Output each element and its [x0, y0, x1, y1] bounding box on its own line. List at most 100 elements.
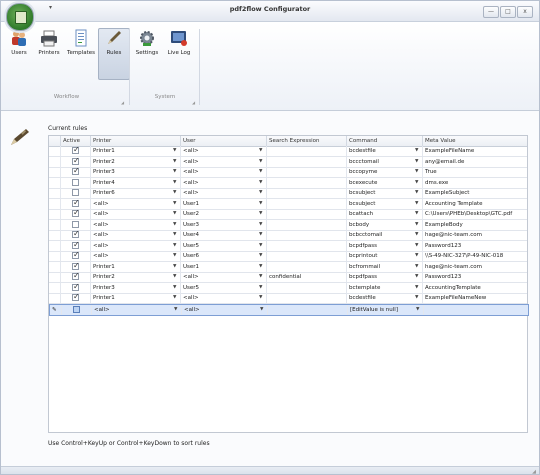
table-row[interactable]: ✓ <all> ▼ User4 ▼ bcbcctomail ▼ hage@nic-team.c…	[49, 230, 527, 241]
search-expression-cell[interactable]	[267, 240, 347, 251]
table-row[interactable]: ✓ <all> ▼ User1 ▼ bcsubject ▼ Accounting Templa…	[49, 198, 527, 210]
meta-value-cell[interactable]: Accounting Template	[423, 199, 527, 209]
ribbon-templates-button[interactable]: Templates	[66, 29, 96, 81]
printer-cell[interactable]: <all>	[91, 240, 181, 251]
search-expression-cell[interactable]	[267, 230, 347, 240]
active-checkbox[interactable]: ✓	[72, 199, 80, 207]
meta-value-cell[interactable]: ExampleBody	[423, 220, 527, 230]
user-cell[interactable]: <all>	[181, 177, 267, 188]
column-header-search[interactable]: Search Expression	[267, 136, 347, 146]
user-cell[interactable]: <all>	[181, 272, 267, 282]
dropdown-arrow-icon[interactable]: ▼	[259, 293, 262, 303]
meta-value-cell[interactable]	[424, 305, 528, 315]
meta-value-cell[interactable]: True	[423, 167, 527, 177]
command-cell[interactable]: bcpdfpass	[347, 272, 423, 282]
new-rule-row[interactable]: ✎ <all> ▼ <all> ▼ [EditValue is null] ▼	[49, 303, 529, 316]
column-header-printer[interactable]: Printer	[91, 136, 181, 146]
search-expression-cell[interactable]	[267, 251, 347, 261]
active-checkbox[interactable]: ✓	[72, 209, 80, 217]
search-expression-cell[interactable]	[267, 293, 347, 303]
search-expression-cell[interactable]	[267, 261, 347, 272]
active-checkbox[interactable]	[72, 189, 79, 196]
printer-cell[interactable]: <all>	[91, 209, 181, 219]
ribbon-rules-button[interactable]: Rules	[98, 28, 130, 80]
table-row[interactable]: ✓ Printer1 ▼ <all> ▼ bcdestfile ▼ ExampleFileNa…	[49, 146, 527, 157]
command-cell[interactable]: bcdestfile	[347, 146, 423, 156]
meta-value-cell[interactable]: AccountingTemplate	[423, 283, 527, 293]
dropdown-arrow-icon[interactable]: ▼	[259, 209, 262, 219]
user-cell[interactable]: User1	[181, 261, 267, 272]
search-expression-cell[interactable]	[268, 304, 348, 315]
meta-value-cell[interactable]: \\S-49-NIC-327\P-49-NIC-018	[423, 251, 527, 261]
column-header-active[interactable]: Active	[61, 136, 91, 146]
ribbon-live-log-button[interactable]: Live Log	[164, 29, 194, 81]
user-cell[interactable]: <all>	[181, 156, 267, 167]
search-expression-cell[interactable]: confidential	[267, 272, 347, 282]
dropdown-arrow-icon[interactable]: ▼	[415, 199, 418, 209]
dropdown-arrow-icon[interactable]: ▼	[173, 220, 176, 230]
dropdown-arrow-icon[interactable]: ▼	[415, 241, 418, 251]
table-row[interactable]: ✓ Printer3 ▼ User5 ▼ bctemplate ▼ AccountingTem…	[49, 282, 527, 294]
table-row[interactable]: ✓ Printer1 ▼ User1 ▼ bcfrommail ▼ hage@nic-team…	[49, 261, 527, 273]
row-indicator[interactable]	[49, 261, 61, 272]
active-checkbox[interactable]: ✓	[72, 146, 80, 154]
row-indicator[interactable]	[49, 198, 61, 209]
table-row[interactable]: ✓ <all> ▼ User6 ▼ bcprintout ▼ \\S-49-NIC-327\P…	[49, 251, 527, 262]
dropdown-arrow-icon[interactable]: ▼	[259, 188, 262, 198]
row-indicator[interactable]	[49, 209, 61, 219]
command-cell[interactable]: bcbcctomail	[347, 230, 423, 240]
active-checkbox[interactable]	[73, 305, 80, 313]
minimize-button[interactable]: —	[483, 6, 499, 18]
dropdown-arrow-icon[interactable]: ▼	[415, 188, 418, 198]
dropdown-arrow-icon[interactable]: ▼	[173, 251, 176, 261]
row-indicator[interactable]	[49, 219, 61, 230]
active-checkbox[interactable]: ✓	[72, 272, 80, 280]
dropdown-arrow-icon[interactable]: ▼	[259, 157, 262, 167]
command-cell[interactable]: bcprintout	[347, 251, 423, 261]
dropdown-arrow-icon[interactable]: ▼	[415, 293, 418, 303]
close-button[interactable]: x	[517, 6, 533, 18]
row-indicator[interactable]	[49, 188, 61, 198]
table-row[interactable]: <all> ▼ User3 ▼ bcbody ▼ ExampleBody	[49, 219, 527, 231]
search-expression-cell[interactable]	[267, 219, 347, 230]
command-cell[interactable]: bcsubject	[347, 188, 423, 198]
table-row[interactable]: ✓ Printer2 ▼ <all> ▼ bccctomail ▼ any@email.de	[49, 156, 527, 168]
user-cell[interactable]: User5	[181, 240, 267, 251]
row-indicator[interactable]	[49, 282, 61, 293]
meta-value-cell[interactable]: ExampleFileNameNew	[423, 293, 527, 303]
command-cell[interactable]: bcbody	[347, 219, 423, 230]
command-cell[interactable]: bctemplate	[347, 282, 423, 293]
printer-cell[interactable]: <all>	[91, 251, 181, 261]
printer-cell[interactable]: Printer1	[91, 293, 181, 303]
meta-value-cell[interactable]: hage@nic-team.com	[423, 230, 527, 240]
meta-value-cell[interactable]: dms.exe	[423, 178, 527, 188]
meta-value-cell[interactable]: any@email.de	[423, 157, 527, 167]
dropdown-arrow-icon[interactable]: ▼	[415, 178, 418, 188]
printer-cell[interactable]: <all>	[91, 230, 181, 240]
printer-cell[interactable]: Printer3	[91, 282, 181, 293]
printer-cell[interactable]: Printer1	[91, 146, 181, 156]
dropdown-arrow-icon[interactable]: ▼	[173, 178, 176, 188]
table-row[interactable]: ✓ <all> ▼ User2 ▼ bcattach ▼ C:\Users\PHEb\Desk…	[49, 209, 527, 220]
meta-value-cell[interactable]: ExampleFileName	[423, 146, 527, 156]
group-launcher-icon[interactable]: ◢	[192, 100, 195, 105]
active-checkbox[interactable]: ✓	[72, 241, 80, 249]
table-row[interactable]: ✓ Printer2 ▼ <all> ▼ confidential bcpdfpass ▼ Pa…	[49, 272, 527, 283]
dropdown-arrow-icon[interactable]: ▼	[415, 167, 418, 177]
dropdown-arrow-icon[interactable]: ▼	[415, 230, 418, 240]
maximize-button[interactable]: □	[500, 6, 516, 18]
active-checkbox[interactable]	[72, 220, 79, 228]
dropdown-arrow-icon[interactable]: ▼	[259, 230, 262, 240]
active-checkbox[interactable]: ✓	[72, 167, 80, 175]
meta-value-cell[interactable]: ExampleSubject	[423, 188, 527, 198]
printer-cell[interactable]: Printer2	[91, 272, 181, 282]
command-cell[interactable]: bcattach	[347, 209, 423, 219]
dropdown-arrow-icon[interactable]: ▼	[415, 220, 418, 230]
printer-cell[interactable]: Printer1	[91, 261, 181, 272]
search-expression-cell[interactable]	[267, 198, 347, 209]
user-cell[interactable]: <all>	[182, 304, 268, 315]
user-cell[interactable]: User3	[181, 219, 267, 230]
printer-cell[interactable]: Printer2	[91, 156, 181, 167]
dropdown-arrow-icon[interactable]: ▼	[173, 241, 176, 251]
active-checkbox[interactable]	[72, 178, 79, 186]
